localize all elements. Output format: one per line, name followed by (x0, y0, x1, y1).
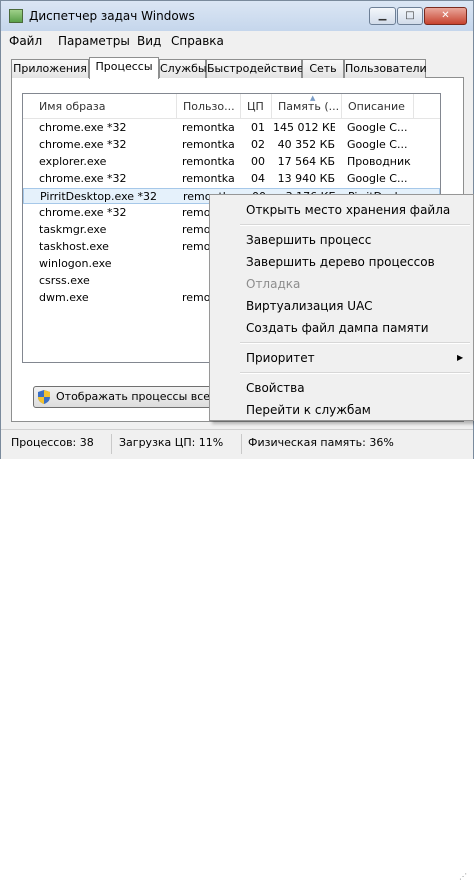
cell-cpu: 01 (251, 121, 265, 134)
process-row[interactable]: explorer.exe remontka 00 17 564 КБ Проводник (23, 154, 440, 170)
cell-description: Проводник (347, 155, 411, 168)
menu-separator (240, 372, 470, 374)
close-button[interactable]: ✕ (424, 7, 467, 25)
context-item-debug: Отладка (246, 277, 301, 291)
cell-image-name: dwm.exe (39, 291, 89, 304)
column-cpu[interactable]: ЦП (241, 94, 272, 118)
context-item-open-file-location[interactable]: Открыть место хранения файла (246, 203, 450, 217)
menu-bar: Файл Параметры Вид Справка (1, 31, 473, 51)
resize-grip-icon[interactable]: ⋰ (459, 872, 467, 881)
cell-memory: 145 012 КБ (273, 121, 335, 134)
status-bar: Процессов: 38 Загрузка ЦП: 11% Физическа… (1, 429, 473, 881)
status-cpu-usage: Загрузка ЦП: 11% (119, 436, 224, 449)
submenu-arrow-icon: ▶ (457, 353, 464, 362)
cell-cpu: 00 (251, 155, 265, 168)
cell-image-name: chrome.exe *32 (39, 138, 127, 151)
context-item-end-process-tree[interactable]: Завершить дерево процессов (246, 255, 435, 269)
process-row[interactable]: chrome.exe *32 remontka 01 145 012 КБ Google… (23, 120, 440, 136)
process-row[interactable]: chrome.exe *32 remontka 04 13 940 КБ Google … (23, 171, 440, 187)
window-title: Диспетчер задач Windows (29, 9, 195, 23)
cell-memory: 13 940 КБ (277, 172, 335, 185)
tab-users[interactable]: Пользователи (344, 59, 427, 78)
cell-description: Google C... (347, 121, 408, 134)
context-item-end-process[interactable]: Завершить процесс (246, 233, 371, 247)
minimize-button[interactable]: ▁ (369, 7, 396, 25)
context-item-priority[interactable]: Приоритет (246, 351, 315, 365)
tab-performance[interactable]: Быстродействие (206, 59, 304, 78)
menu-help[interactable]: Справка (171, 34, 224, 48)
cell-image-name: winlogon.exe (39, 257, 112, 270)
context-menu: Открыть место хранения файла Завершить пр… (209, 194, 474, 421)
status-divider (241, 434, 242, 454)
menu-separator (240, 224, 470, 226)
cell-image-name: explorer.exe (39, 155, 107, 168)
cell-user: remontka (182, 155, 235, 168)
cell-user: remontka (182, 172, 235, 185)
status-physical-memory: Физическая память: 36% (248, 436, 394, 449)
column-user[interactable]: Пользо... (177, 94, 241, 118)
cell-memory: 17 564 КБ (277, 155, 335, 168)
title-bar[interactable]: Диспетчер задач Windows ▁ □ ✕ (1, 1, 473, 31)
task-manager-icon (9, 9, 23, 23)
context-item-create-dump-file[interactable]: Создать файл дампа памяти (246, 321, 429, 335)
column-memory[interactable]: Память (... (272, 94, 342, 118)
show-all-processes-label: Отображать процессы всех по (56, 390, 212, 403)
status-process-count: Процессов: 38 (11, 436, 94, 449)
cell-user: remontka (182, 138, 235, 151)
cell-image-name: PirritDesktop.exe *32 (40, 190, 158, 203)
cell-image-name: csrss.exe (39, 274, 90, 287)
tab-network[interactable]: Сеть (302, 59, 344, 78)
context-item-uac-virtualization[interactable]: Виртуализация UAC (246, 299, 372, 313)
task-manager-window: Диспетчер задач Windows ▁ □ ✕ Файл Парам… (0, 0, 474, 881)
column-image-name[interactable]: Имя образа (33, 94, 177, 118)
cell-memory: 40 352 КБ (277, 138, 335, 151)
status-divider (111, 434, 112, 454)
cell-cpu: 02 (251, 138, 265, 151)
sort-arrow-icon: ▲ (310, 94, 316, 102)
cell-image-name: taskmgr.exe (39, 223, 107, 236)
column-description[interactable]: Описание (342, 94, 414, 118)
menu-options[interactable]: Параметры (58, 34, 130, 48)
cell-image-name: chrome.exe *32 (39, 121, 127, 134)
context-item-go-to-services[interactable]: Перейти к службам (246, 403, 371, 417)
cell-image-name: taskhost.exe (39, 240, 109, 253)
cell-cpu: 04 (251, 172, 265, 185)
cell-image-name: chrome.exe *32 (39, 172, 127, 185)
show-all-processes-button[interactable]: Отображать процессы всех по (33, 386, 213, 408)
tab-processes[interactable]: Процессы (89, 57, 159, 79)
context-item-properties[interactable]: Свойства (246, 381, 305, 395)
tab-services[interactable]: Службы (159, 59, 207, 78)
column-header: Имя образа Пользо... ЦП Память (... Опис… (23, 94, 440, 119)
menu-separator (240, 342, 470, 344)
uac-shield-icon (38, 390, 50, 404)
cell-description: Google C... (347, 172, 408, 185)
cell-image-name: chrome.exe *32 (39, 206, 127, 219)
process-row[interactable]: chrome.exe *32 remontka 02 40 352 КБ Google … (23, 137, 440, 153)
cell-description: Google C... (347, 138, 408, 151)
menu-file[interactable]: Файл (9, 34, 42, 48)
cell-user: remontka (182, 121, 235, 134)
tab-applications[interactable]: Приложения (11, 59, 89, 78)
menu-view[interactable]: Вид (137, 34, 161, 48)
maximize-button[interactable]: □ (397, 7, 423, 25)
